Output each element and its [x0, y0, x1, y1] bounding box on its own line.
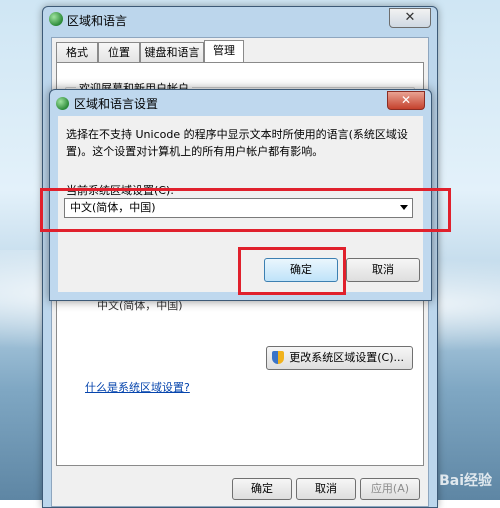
window-titlebar[interactable]: 区域和语言 ✕: [43, 7, 437, 31]
tab-location[interactable]: 位置: [98, 42, 140, 62]
dialog-cancel-button[interactable]: 取消: [346, 258, 420, 282]
main-apply-button[interactable]: 应用(A): [360, 478, 420, 500]
main-ok-button[interactable]: 确定: [232, 478, 292, 500]
highlight-dropdown-box: [40, 188, 451, 232]
shield-icon: [272, 351, 285, 364]
highlight-ok-box: [238, 247, 346, 295]
change-system-locale-label: 更改系统区域设置(C)...: [289, 351, 404, 364]
globe-icon: [49, 12, 63, 26]
change-system-locale-button[interactable]: 更改系统区域设置(C)...: [266, 346, 413, 370]
main-button-row: 确定 取消 应用(A): [52, 478, 428, 500]
tab-keyboards[interactable]: 键盘和语言: [140, 42, 204, 62]
dialog-titlebar[interactable]: 区域和语言设置: [56, 95, 158, 112]
close-button[interactable]: ✕: [389, 8, 431, 28]
dialog-description: 选择在不支持 Unicode 的程序中显示文本时所使用的语言(系统区域设置)。这…: [66, 128, 408, 158]
watermark: Bai经验: [439, 473, 492, 489]
globe-icon: [56, 97, 69, 110]
tab-administrative[interactable]: 管理: [204, 40, 244, 62]
dialog-close-button[interactable]: ✕: [387, 91, 425, 110]
what-is-system-locale-link[interactable]: 什么是系统区域设置?: [85, 379, 190, 395]
tab-formats[interactable]: 格式: [56, 42, 98, 62]
main-cancel-button[interactable]: 取消: [296, 478, 356, 500]
window-title: 区域和语言: [67, 14, 128, 28]
dialog-title: 区域和语言设置: [74, 97, 159, 111]
